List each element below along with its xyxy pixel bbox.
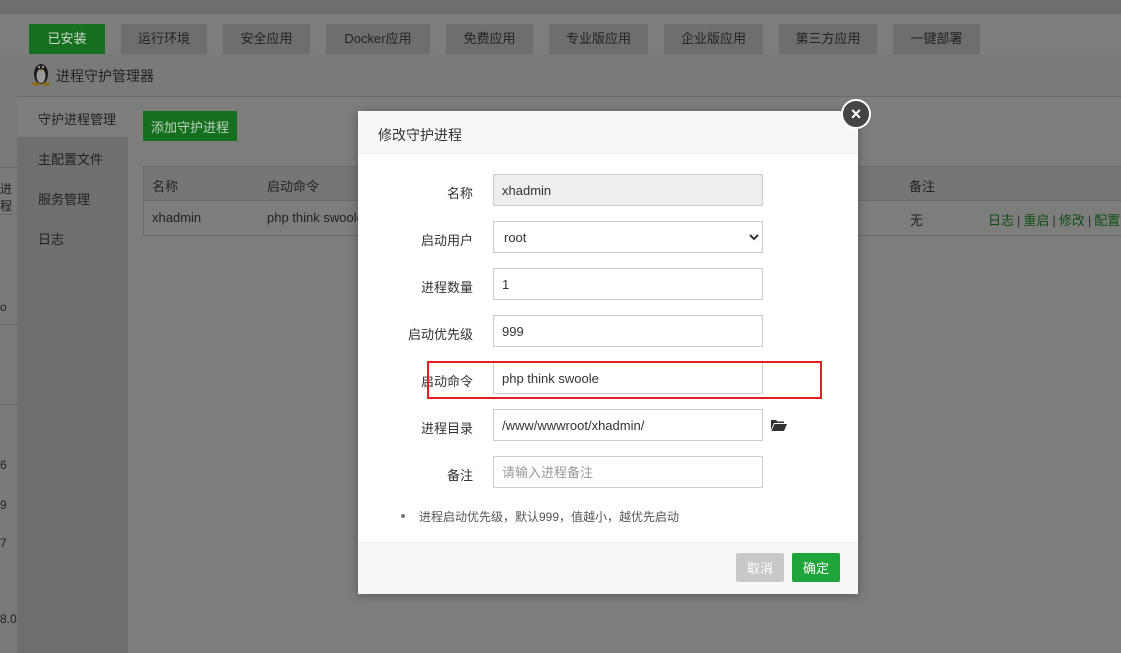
tab-installed[interactable]: 已安装	[29, 24, 105, 54]
name-label: 名称	[446, 186, 473, 201]
tip-bullet	[401, 514, 405, 518]
op-edit-link[interactable]: 修改	[1059, 213, 1085, 228]
priority-label: 启动优先级	[407, 327, 473, 342]
priority-field[interactable]	[493, 315, 763, 347]
op-log-link[interactable]: 日志	[988, 213, 1014, 228]
directory-field[interactable]	[493, 409, 763, 441]
panel-sidebar	[17, 97, 128, 653]
cell-command: php think swoole	[267, 210, 364, 225]
column-header-command: 启动命令	[267, 179, 320, 194]
user-label: 启动用户	[420, 233, 473, 248]
op-restart-link[interactable]: 重启	[1023, 213, 1049, 228]
note-label: 备注	[446, 468, 473, 483]
sidebar-item-log[interactable]: 日志	[38, 229, 64, 248]
peek-text: 6	[0, 458, 7, 472]
tab-free[interactable]: 免费应用	[446, 24, 533, 54]
process-count-field[interactable]	[493, 268, 763, 300]
peek-text: 进程	[0, 182, 13, 213]
highlight-box	[427, 361, 822, 399]
priority-tip: 进程启动优先级，默认999，值越小，越优先启动	[419, 510, 680, 524]
tab-security[interactable]: 安全应用	[223, 24, 310, 54]
column-header-note: 备注	[909, 179, 936, 194]
tab-one-click-deploy[interactable]: 一键部署	[893, 24, 980, 54]
sidebar-item-service-management[interactable]: 服务管理	[38, 189, 90, 208]
folder-open-icon[interactable]	[770, 418, 788, 432]
background-list-peek: 进程 o 6 9 7 8.0.	[0, 54, 20, 653]
sidebar-item-daemon-management[interactable]: 守护进程管理	[38, 109, 116, 128]
tab-runtime[interactable]: 运行环境	[121, 24, 207, 54]
row-operations: 日志|重启|修改|配置文	[988, 210, 1121, 229]
peek-text: o	[0, 300, 7, 314]
linux-penguin-icon	[32, 64, 50, 86]
process-count-label: 进程数量	[420, 280, 473, 295]
tab-docker[interactable]: Docker应用	[326, 24, 430, 54]
sidebar-item-main-config[interactable]: 主配置文件	[38, 149, 103, 168]
panel-header	[17, 54, 1121, 97]
add-daemon-button[interactable]: 添加守护进程	[143, 111, 237, 141]
directory-label: 进程目录	[420, 421, 473, 436]
tab-enterprise[interactable]: 企业版应用	[664, 24, 763, 54]
tab-third-party[interactable]: 第三方应用	[779, 24, 877, 54]
peek-text: 9	[0, 498, 7, 512]
op-config-link[interactable]: 配置文	[1094, 213, 1121, 228]
close-icon[interactable]: ×	[841, 99, 871, 129]
panel-title: 进程守护管理器	[56, 68, 154, 84]
cancel-button[interactable]: 取消	[736, 553, 784, 582]
top-strip	[0, 0, 1121, 14]
user-select[interactable]: root	[493, 221, 763, 253]
cell-name: xhadmin	[152, 210, 202, 225]
cell-note: 无	[910, 213, 924, 228]
confirm-button[interactable]: 确定	[792, 553, 840, 582]
app-category-tabs: 已安装 运行环境 安全应用 Docker应用 免费应用 专业版应用 企业版应用 …	[0, 14, 1121, 54]
peek-text: 7	[0, 536, 7, 550]
column-header-name: 名称	[152, 179, 179, 194]
tab-pro[interactable]: 专业版应用	[549, 24, 648, 54]
dialog-title: 修改守护进程	[378, 127, 462, 143]
name-field[interactable]	[493, 174, 763, 206]
note-field[interactable]	[493, 456, 763, 488]
